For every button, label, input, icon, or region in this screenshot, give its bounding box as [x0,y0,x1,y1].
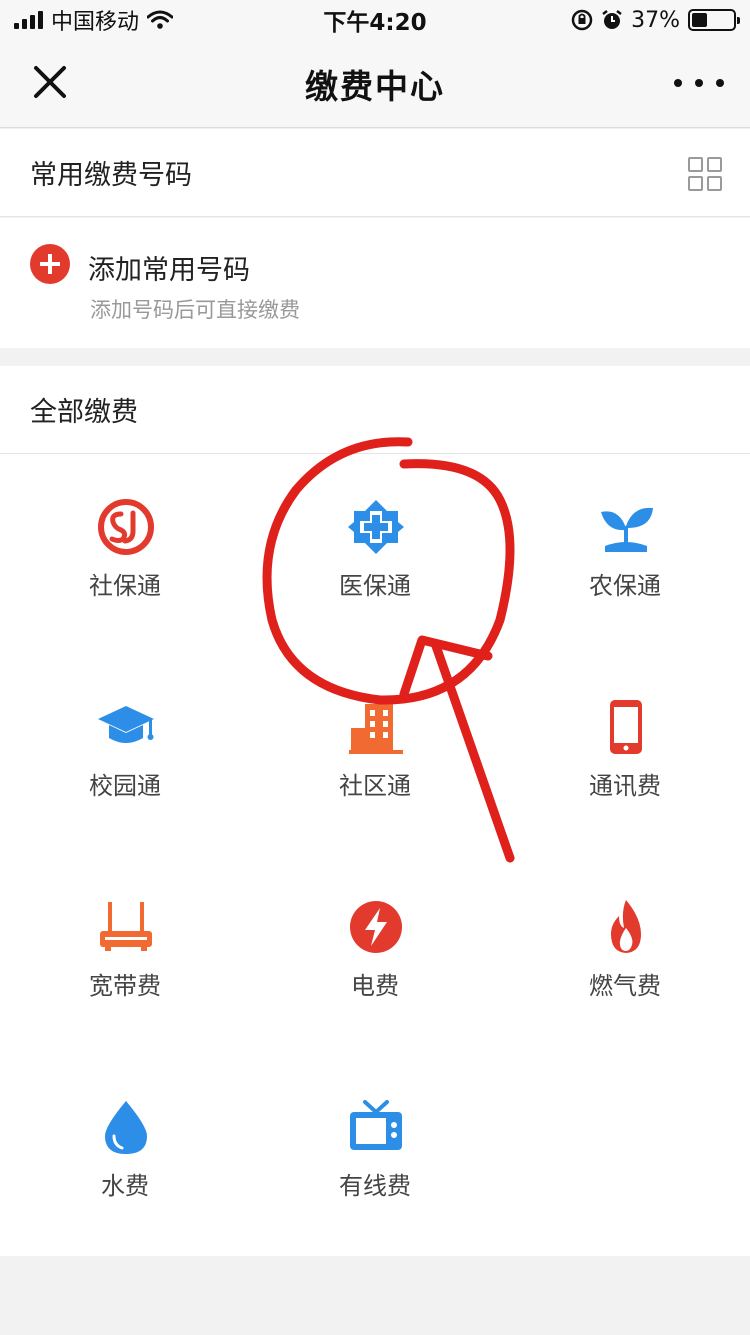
service-agriculture-insurance[interactable]: 农保通 [500,454,750,654]
service-campus[interactable]: 校园通 [0,654,250,854]
service-social-security[interactable]: 社保通 [0,454,250,654]
lightning-icon [350,901,402,953]
service-label: 水费 [101,1172,149,1200]
add-frequent-number-row[interactable]: 添加常用号码 添加号码后可直接缴费 [0,218,750,348]
service-label: 社保通 [89,572,161,600]
frequent-numbers-title: 常用缴费号码 [30,160,192,191]
frequent-numbers-header: 常用缴费号码 [0,129,750,217]
flame-icon [611,900,641,953]
agriculture-insurance-icon [601,507,653,552]
carrier-name: 中国移动 [51,10,140,35]
rotation-lock-icon [571,9,593,31]
add-icon [30,244,70,284]
phone-icon [610,700,642,754]
medical-insurance-icon [348,500,404,554]
service-label: 燃气费 [589,972,661,1000]
service-label: 有线费 [339,1172,411,1200]
service-label: 农保通 [589,572,661,600]
service-label: 医保通 [339,572,411,600]
graduation-cap-icon [98,706,154,743]
page-title: 缴费中心 [305,66,445,106]
service-label: 社区通 [339,772,411,800]
status-bar: 中国移动 下午4:20 37% [0,0,750,40]
service-label: 电费 [351,972,399,1000]
water-drop-icon [105,1101,147,1154]
service-telecom[interactable]: 通讯费 [500,654,750,854]
service-broadband[interactable]: 宽带费 [0,854,250,1054]
all-payments-title: 全部缴费 [30,397,138,428]
tv-icon [350,1100,402,1150]
alarm-icon [602,10,622,29]
service-label: 通讯费 [589,772,661,800]
close-icon[interactable] [30,62,70,102]
router-icon [100,902,152,951]
signal-icon [14,11,43,29]
service-cable-tv[interactable]: 有线费 [250,1054,500,1254]
service-label: 校园通 [89,772,161,800]
social-security-icon [98,499,154,555]
service-electricity[interactable]: 电费 [250,854,500,1054]
services-grid: 社保通 医保通 农保通 校园通 社区通 通讯费 宽带费 电费 燃气费 水费 有线… [0,454,750,1256]
service-gas[interactable]: 燃气费 [500,854,750,1054]
battery-icon [688,9,740,31]
service-community[interactable]: 社区通 [250,654,500,854]
add-frequent-number-subtitle: 添加号码后可直接缴费 [90,298,300,322]
add-frequent-number-title: 添加常用号码 [88,255,250,286]
service-medical-insurance[interactable]: 医保通 [250,454,500,654]
more-options-icon[interactable] [674,68,724,98]
all-payments-header: 全部缴费 [0,366,750,454]
building-icon [349,704,403,754]
wifi-icon [147,10,174,29]
battery-percent: 37% [631,7,680,33]
grid-view-icon[interactable] [688,157,722,191]
navigation-bar: 缴费中心 [0,40,750,128]
service-water[interactable]: 水费 [0,1054,250,1254]
service-label: 宽带费 [89,972,161,1000]
